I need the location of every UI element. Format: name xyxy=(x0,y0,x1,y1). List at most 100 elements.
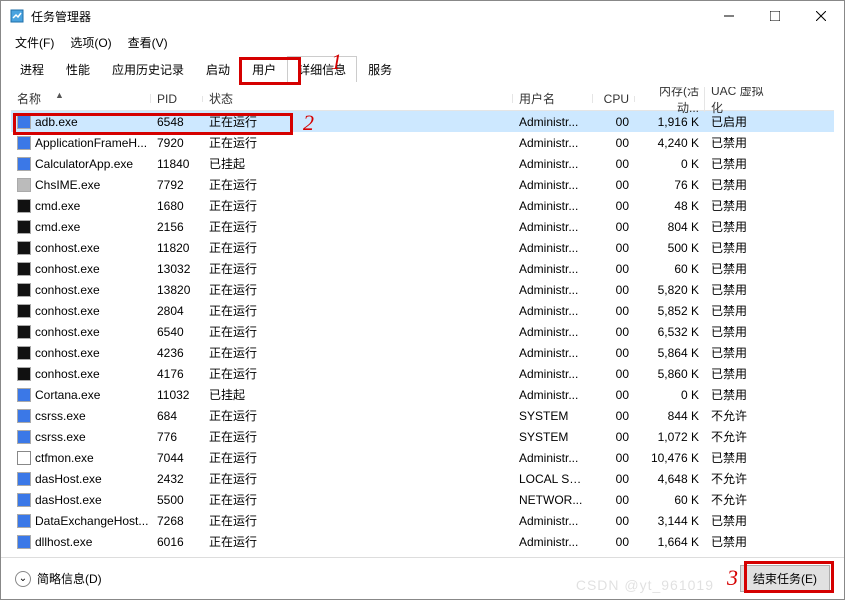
table-row[interactable]: conhost.exe2804正在运行Administr...005,852 K… xyxy=(11,300,834,321)
cell-status: 已挂起 xyxy=(203,386,513,403)
table-row[interactable]: conhost.exe4236正在运行Administr...005,864 K… xyxy=(11,342,834,363)
table-row[interactable]: csrss.exe776正在运行SYSTEM001,072 K不允许 xyxy=(11,426,834,447)
col-cpu[interactable]: CPU xyxy=(593,92,635,106)
table-row[interactable]: conhost.exe13820正在运行Administr...005,820 … xyxy=(11,279,834,300)
process-icon xyxy=(17,283,31,297)
table-row[interactable]: dasHost.exe2432正在运行LOCAL SE...004,648 K不… xyxy=(11,468,834,489)
col-status[interactable]: 状态 xyxy=(203,90,513,107)
tabbar: 进程 性能 应用历史记录 启动 用户 详细信息 服务 xyxy=(1,53,844,81)
tab-app-history[interactable]: 应用历史记录 xyxy=(101,56,195,82)
table-row[interactable]: conhost.exe13032正在运行Administr...0060 K已禁… xyxy=(11,258,834,279)
cell-name: cmd.exe xyxy=(35,220,80,234)
cell-uac: 已禁用 xyxy=(705,344,775,361)
table-row[interactable]: ApplicationFrameH...7920正在运行Administr...… xyxy=(11,132,834,153)
process-icon xyxy=(17,136,31,150)
process-icon xyxy=(17,241,31,255)
cell-name: DataExchangeHost... xyxy=(35,514,148,528)
menubar: 文件(F) 选项(O) 查看(V) xyxy=(1,31,844,53)
cell-user: Administr... xyxy=(513,136,593,150)
tab-details[interactable]: 详细信息 xyxy=(287,56,357,82)
cell-user: Administr... xyxy=(513,346,593,360)
col-user[interactable]: 用户名 xyxy=(513,90,593,107)
brief-info-link[interactable]: ⌄ 简略信息(D) xyxy=(15,570,102,587)
cell-user: LOCAL SE... xyxy=(513,472,593,486)
cell-status: 正在运行 xyxy=(203,260,513,277)
table-row[interactable]: ChsIME.exe7792正在运行Administr...0076 K已禁用 xyxy=(11,174,834,195)
cell-status: 正在运行 xyxy=(203,407,513,424)
table-row[interactable]: cmd.exe1680正在运行Administr...0048 K已禁用 xyxy=(11,195,834,216)
process-icon xyxy=(17,472,31,486)
cell-cpu: 00 xyxy=(593,367,635,381)
table-row[interactable]: Cortana.exe11032已挂起Administr...000 K已禁用 xyxy=(11,384,834,405)
process-icon xyxy=(17,262,31,276)
cell-user: Administr... xyxy=(513,157,593,171)
table-row[interactable]: DataExchangeHost...7268正在运行Administr...0… xyxy=(11,510,834,531)
cell-status: 正在运行 xyxy=(203,365,513,382)
cell-pid: 4176 xyxy=(151,367,203,381)
process-icon xyxy=(17,388,31,402)
cell-user: Administr... xyxy=(513,115,593,129)
cell-pid: 13820 xyxy=(151,283,203,297)
table-row[interactable]: csrss.exe684正在运行SYSTEM00844 K不允许 xyxy=(11,405,834,426)
cell-pid: 2156 xyxy=(151,220,203,234)
process-icon xyxy=(17,430,31,444)
cell-user: Administr... xyxy=(513,199,593,213)
tab-performance[interactable]: 性能 xyxy=(55,56,101,82)
cell-status: 正在运行 xyxy=(203,218,513,235)
col-pid[interactable]: PID xyxy=(151,92,203,106)
menu-options[interactable]: 选项(O) xyxy=(64,32,117,53)
table-row[interactable]: ctfmon.exe7044正在运行Administr...0010,476 K… xyxy=(11,447,834,468)
cell-user: Administr... xyxy=(513,451,593,465)
cell-cpu: 00 xyxy=(593,325,635,339)
process-icon xyxy=(17,493,31,507)
cell-pid: 5500 xyxy=(151,493,203,507)
cell-name: ChsIME.exe xyxy=(35,178,100,192)
table-row[interactable]: conhost.exe6540正在运行Administr...006,532 K… xyxy=(11,321,834,342)
process-icon xyxy=(17,451,31,465)
col-name[interactable]: 名称▲ xyxy=(11,90,151,107)
cell-memory: 60 K xyxy=(635,262,705,276)
col-memory[interactable]: 内存(活动... xyxy=(635,87,705,116)
cell-name: conhost.exe xyxy=(35,283,100,297)
cell-user: Administr... xyxy=(513,178,593,192)
table-row[interactable]: dllhost.exe6016正在运行Administr...001,664 K… xyxy=(11,531,834,552)
close-button[interactable] xyxy=(798,1,844,31)
cell-cpu: 00 xyxy=(593,178,635,192)
tab-processes[interactable]: 进程 xyxy=(9,56,55,82)
minimize-button[interactable] xyxy=(706,1,752,31)
cell-name: dllhost.exe xyxy=(35,535,92,549)
tab-services[interactable]: 服务 xyxy=(357,56,403,82)
cell-memory: 76 K xyxy=(635,178,705,192)
cell-cpu: 00 xyxy=(593,136,635,150)
table-row[interactable]: CalculatorApp.exe11840已挂起Administr...000… xyxy=(11,153,834,174)
cell-user: SYSTEM xyxy=(513,430,593,444)
cell-uac: 已禁用 xyxy=(705,134,775,151)
cell-user: Administr... xyxy=(513,262,593,276)
table-row[interactable]: dasHost.exe5500正在运行NETWOR...0060 K不允许 xyxy=(11,489,834,510)
tab-startup[interactable]: 启动 xyxy=(195,56,241,82)
cell-uac: 已启用 xyxy=(705,113,775,130)
process-icon xyxy=(17,535,31,549)
tab-users[interactable]: 用户 xyxy=(241,56,287,82)
cell-memory: 5,864 K xyxy=(635,346,705,360)
cell-uac: 不允许 xyxy=(705,491,775,508)
grid-body[interactable]: adb.exe6548正在运行Administr...001,916 K已启用A… xyxy=(11,111,834,557)
cell-status: 正在运行 xyxy=(203,512,513,529)
cell-cpu: 00 xyxy=(593,409,635,423)
process-icon xyxy=(17,409,31,423)
cell-user: Administr... xyxy=(513,241,593,255)
table-row[interactable]: conhost.exe4176正在运行Administr...005,860 K… xyxy=(11,363,834,384)
menu-view[interactable]: 查看(V) xyxy=(122,32,174,53)
table-row[interactable]: cmd.exe2156正在运行Administr...00804 K已禁用 xyxy=(11,216,834,237)
cell-uac: 已禁用 xyxy=(705,176,775,193)
end-task-button[interactable]: 结束任务(E) xyxy=(740,565,830,592)
cell-pid: 7044 xyxy=(151,451,203,465)
process-icon xyxy=(17,367,31,381)
cell-name: adb.exe xyxy=(35,115,78,129)
maximize-button[interactable] xyxy=(752,1,798,31)
table-row[interactable]: conhost.exe11820正在运行Administr...00500 K已… xyxy=(11,237,834,258)
cell-cpu: 00 xyxy=(593,241,635,255)
col-uac[interactable]: UAC 虚拟化 xyxy=(705,87,775,116)
menu-file[interactable]: 文件(F) xyxy=(9,32,60,53)
cell-cpu: 00 xyxy=(593,388,635,402)
